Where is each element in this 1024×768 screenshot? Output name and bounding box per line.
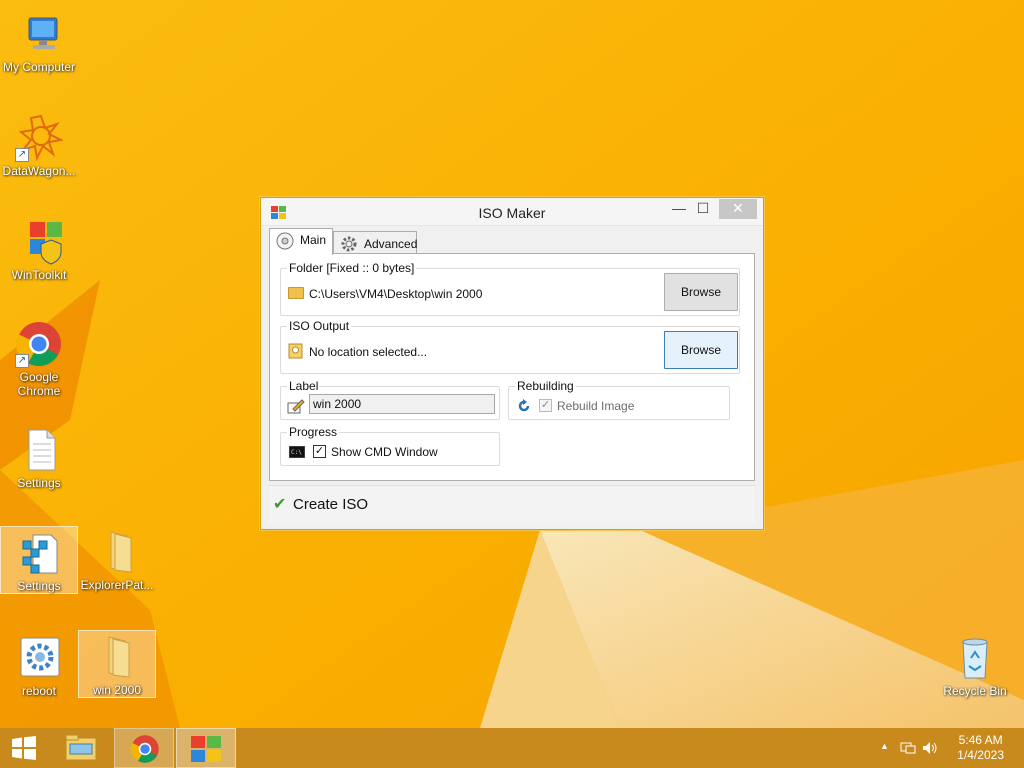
label-group-legend: Label: [287, 379, 321, 393]
rebuilding-group-legend: Rebuilding: [515, 379, 576, 393]
clock-date: 1/4/2023: [957, 748, 1004, 762]
iso-output-path: No location selected...: [309, 345, 428, 359]
desktop-icon-settings-registry[interactable]: Settings: [0, 526, 78, 594]
disc-icon: [276, 232, 294, 250]
show-hidden-icons-button[interactable]: ▲: [880, 741, 889, 751]
shortcut-arrow-icon: ↗: [15, 354, 29, 368]
recycle-bin-icon: [951, 634, 999, 682]
gear-icon: [15, 634, 63, 682]
title-bar[interactable]: ISO Maker — ☐ ✕: [261, 198, 763, 226]
create-iso-button[interactable]: ✔ Create ISO: [273, 492, 368, 518]
chrome-icon: [130, 735, 159, 763]
desktop-icon-google-chrome[interactable]: ↗ Google Chrome: [0, 318, 78, 398]
volume-icon[interactable]: [922, 741, 938, 755]
iso-output-browse-button[interactable]: Browse: [664, 331, 738, 369]
folder-group-legend: Folder [Fixed :: 0 bytes]: [287, 261, 417, 275]
network-icon[interactable]: [900, 741, 916, 755]
windows-logo-icon: [12, 736, 36, 760]
iso-output-group-legend: ISO Output: [287, 319, 352, 333]
desktop-icon-explorerpatcher[interactable]: ExplorerPat...: [78, 526, 156, 592]
folder-icon: [93, 633, 141, 681]
desktop-icon-reboot[interactable]: reboot: [0, 632, 78, 698]
maximize-button[interactable]: ☐: [689, 199, 717, 219]
tab-advanced-label: Advanced: [364, 237, 418, 251]
iso-output-group: ISO Output No location selected... Brows…: [280, 319, 740, 374]
create-iso-label: Create ISO: [293, 496, 369, 513]
desktop-icon-win2000-folder[interactable]: win 2000: [78, 630, 156, 698]
label-input[interactable]: win 2000: [309, 394, 495, 414]
shortcut-arrow-icon: ↗: [15, 148, 29, 162]
file-explorer-icon: [65, 734, 97, 761]
taskbar-file-explorer[interactable]: [52, 728, 112, 768]
taskbar: ▲ 5:46 AM 1/4/2023: [0, 728, 1024, 768]
taskbar-chrome[interactable]: [114, 728, 174, 768]
main-tab-panel: Folder [Fixed :: 0 bytes] C:\Users\VM4\D…: [269, 253, 755, 481]
folder-group: Folder [Fixed :: 0 bytes] C:\Users\VM4\D…: [280, 261, 740, 316]
progress-group: Progress C:\ ✓ Show CMD Window: [280, 425, 500, 466]
tab-main[interactable]: Main: [269, 228, 333, 255]
refresh-icon: [518, 399, 530, 412]
tab-main-label: Main: [300, 233, 327, 247]
desktop-icon-datawagon[interactable]: ↗ DataWagon...: [0, 112, 78, 178]
rebuild-image-label: Rebuild Image: [557, 399, 635, 413]
desktop-icon-wintoolkit[interactable]: WinToolkit: [0, 216, 78, 282]
footer-bar: ✔ Create ISO: [269, 485, 755, 523]
rename-pencil-icon: [287, 399, 305, 414]
folder-icon: [93, 528, 141, 576]
folder-icon: [288, 287, 304, 299]
folder-browse-button[interactable]: Browse: [664, 273, 738, 311]
iso-maker-app-icon: [191, 736, 221, 762]
gear-icon: [341, 236, 357, 252]
show-cmd-window-checkbox[interactable]: ✓: [313, 445, 326, 458]
rebuild-image-checkbox[interactable]: ✓: [539, 399, 552, 412]
rebuilding-group: Rebuilding ✓ Rebuild Image: [508, 379, 730, 420]
show-cmd-window-label: Show CMD Window: [331, 445, 438, 459]
desktop-icon-recycle-bin[interactable]: Recycle Bin: [936, 632, 1014, 698]
start-button[interactable]: [0, 728, 48, 768]
clock-time: 5:46 AM: [958, 733, 1003, 747]
chrome-icon: ↗: [15, 320, 63, 368]
svg-text:C:\: C:\: [291, 449, 302, 456]
datawagon-star-icon: ↗: [15, 114, 65, 162]
desktop-icon-my-computer[interactable]: My Computer: [0, 8, 78, 74]
text-file-icon: [15, 426, 63, 474]
disc-image-icon: [288, 343, 303, 359]
registry-icon: [15, 529, 63, 577]
tab-advanced[interactable]: Advanced: [333, 231, 417, 254]
folder-path: C:\Users\VM4\Desktop\win 2000: [309, 287, 483, 301]
system-tray: ▲ 5:46 AM 1/4/2023: [864, 728, 1024, 768]
desktop-icon-settings-file[interactable]: Settings: [0, 424, 78, 490]
iso-maker-window: ISO Maker — ☐ ✕ Main Advanced Folder [Fi…: [260, 197, 764, 530]
windows-shield-icon: [15, 218, 63, 266]
label-group: Label win 2000: [280, 379, 500, 420]
taskbar-clock[interactable]: 5:46 AM 1/4/2023: [957, 733, 1004, 763]
cmd-window-icon: C:\: [289, 446, 305, 458]
close-button[interactable]: ✕: [719, 199, 757, 219]
checkmark-icon: ✔: [273, 496, 287, 513]
taskbar-iso-maker[interactable]: [176, 728, 236, 768]
progress-group-legend: Progress: [287, 425, 340, 439]
computer-icon: [15, 10, 63, 58]
